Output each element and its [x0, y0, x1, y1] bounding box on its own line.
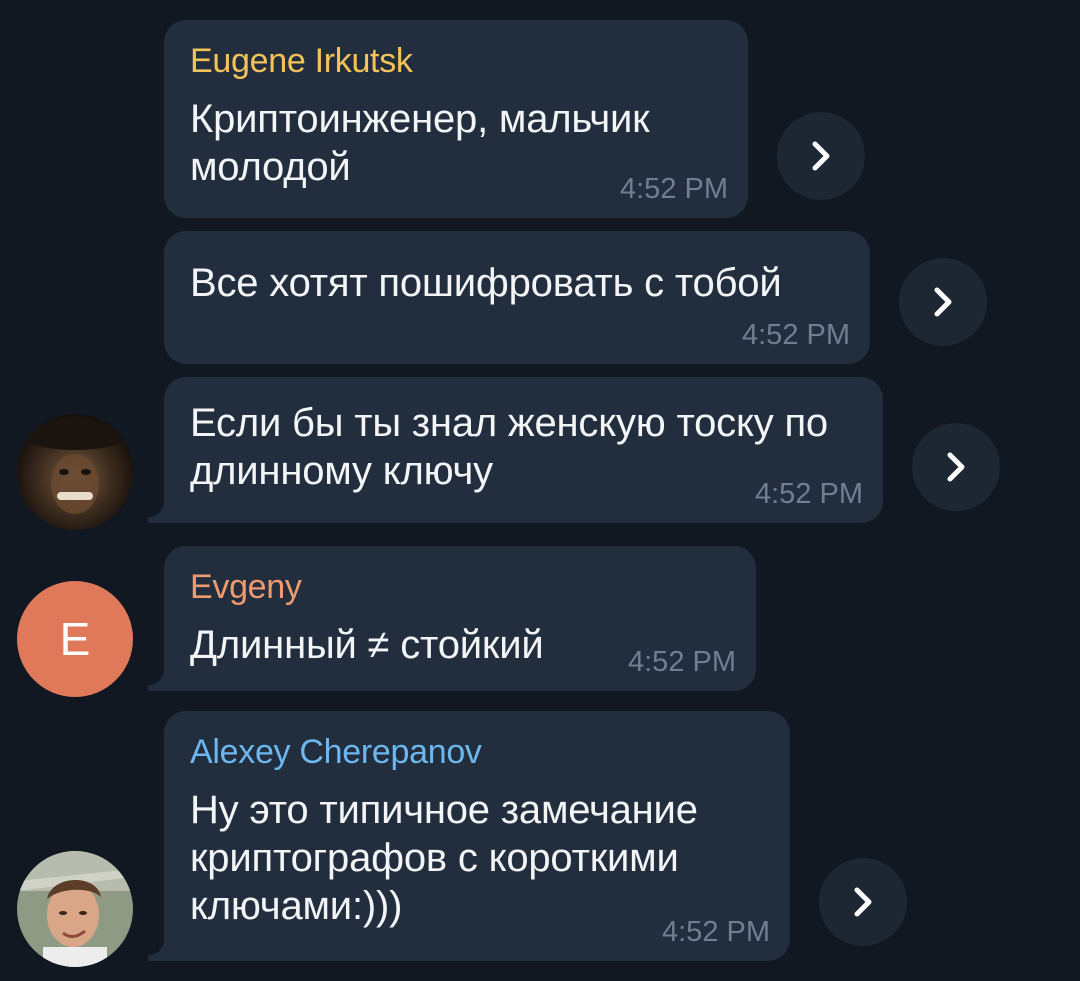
- chevron-right-icon: [854, 887, 872, 917]
- forward-button[interactable]: [819, 858, 907, 946]
- message-bubble[interactable]: Alexey Cherepanov Ну это типичное замеча…: [148, 711, 790, 961]
- sender-name[interactable]: Evgeny: [190, 568, 730, 607]
- message-text: Если бы ты знал женскую тоску по длинном…: [190, 401, 828, 493]
- message-bubble[interactable]: Все хотят пошифровать с тобой 4:52 PM: [164, 231, 870, 364]
- sender-name[interactable]: Alexey Cherepanov: [190, 733, 764, 772]
- message-bubble[interactable]: Evgeny Длинный ≠ стойкий 4:52 PM: [148, 546, 756, 691]
- message-bubble[interactable]: Если бы ты знал женскую тоску по длинном…: [148, 377, 883, 523]
- sender-name[interactable]: Eugene Irkutsk: [190, 42, 722, 81]
- avatar[interactable]: [17, 414, 133, 530]
- message-text: Ну это типичное замечание криптографов с…: [190, 788, 698, 928]
- message-time: 4:52 PM: [628, 646, 736, 678]
- forward-button[interactable]: [912, 423, 1000, 511]
- avatar[interactable]: E: [17, 581, 133, 697]
- chevron-right-icon: [934, 287, 952, 317]
- message-bubble[interactable]: Eugene Irkutsk Криптоинженер, мальчик мо…: [164, 20, 748, 218]
- user-photo: [17, 851, 133, 967]
- message-time: 4:52 PM: [662, 916, 770, 948]
- message-time: 4:52 PM: [742, 319, 850, 351]
- forward-button[interactable]: [899, 258, 987, 346]
- user-photo: [17, 414, 133, 530]
- chat-history: Eugene Irkutsk Криптоинженер, мальчик мо…: [0, 0, 1080, 981]
- avatar[interactable]: [17, 851, 133, 967]
- message-text: Все хотят пошифровать с тобой: [190, 261, 782, 305]
- chevron-right-icon: [812, 141, 830, 171]
- chevron-right-icon: [947, 452, 965, 482]
- message-time: 4:52 PM: [755, 478, 863, 510]
- forward-button[interactable]: [777, 112, 865, 200]
- message-time: 4:52 PM: [620, 173, 728, 205]
- avatar-letter: E: [59, 613, 91, 665]
